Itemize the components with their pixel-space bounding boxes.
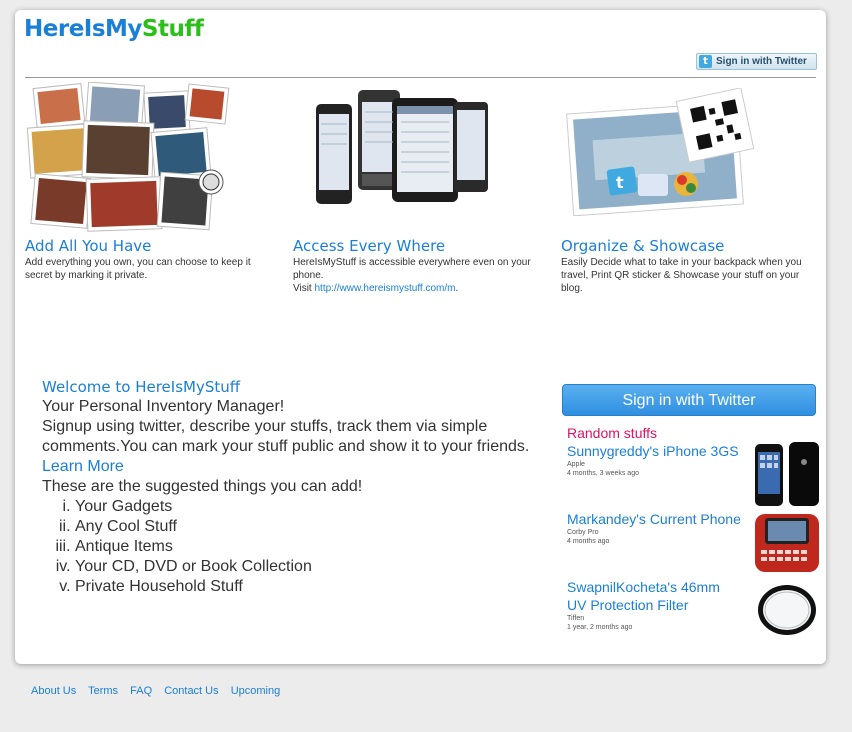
list-item: Private Household Stuff	[75, 577, 542, 597]
corby-phone-thumbnail[interactable]	[753, 510, 821, 576]
suggested-list: Your Gadgets Any Cool Stuff Antique Item…	[42, 497, 542, 597]
header-divider	[25, 77, 816, 78]
feature-title-add: Add All You Have	[25, 237, 152, 255]
stuff-title[interactable]: SwapnilKocheta's 46mm UV Protection Filt…	[567, 578, 742, 614]
feature-desc-organize: Easily Decide what to take in your backp…	[561, 257, 802, 294]
stuff-category: Corby Pro	[567, 529, 599, 536]
footer-link-terms[interactable]: Terms	[88, 685, 118, 697]
welcome-body: Your Personal Inventory Manager! Signup …	[42, 397, 542, 597]
site-logo[interactable]: HereIsMyStuff	[24, 16, 204, 42]
twitter-signin-button-small[interactable]: t Sign in with Twitter	[696, 53, 817, 70]
welcome-tagline: Your Personal Inventory Manager!	[42, 398, 285, 415]
iphone-thumbnail[interactable]	[753, 440, 821, 508]
stuff-item-corby[interactable]: Markandey's Current Phone Corby Pro 4 mo…	[567, 510, 742, 546]
footer-link-upcoming[interactable]: Upcoming	[231, 685, 281, 697]
footer-link-contact[interactable]: Contact Us	[164, 685, 218, 697]
suggested-intro: These are the suggested things you can a…	[42, 478, 363, 495]
list-item: Your CD, DVD or Book Collection	[75, 557, 542, 577]
stuff-age: 4 months, 3 weeks ago	[567, 470, 639, 477]
list-item: Your Gadgets	[75, 497, 542, 517]
showcase-image: t	[566, 88, 755, 216]
learn-more-link[interactable]: Learn More	[42, 458, 124, 475]
photo-collage-image	[27, 82, 230, 232]
stuff-category: Tiffen	[567, 615, 585, 622]
welcome-title: Welcome to HereIsMyStuff	[42, 378, 241, 396]
link-suffix: .	[455, 283, 459, 294]
random-stuffs-heading: Random stuffs	[567, 425, 658, 441]
feature-title-organize: Organize & Showcase	[561, 237, 725, 255]
stuff-category: Apple	[567, 461, 585, 468]
feature-desc-add: Add everything you own, you can choose t…	[25, 257, 251, 281]
stuff-age: 4 months ago	[567, 538, 610, 545]
footer-link-faq[interactable]: FAQ	[130, 685, 152, 697]
stuff-age: 1 year, 2 months ago	[567, 624, 633, 631]
uv-filter-thumbnail[interactable]	[755, 582, 819, 638]
feature-desc-access: HereIsMyStuff is accessible everywhere e…	[293, 256, 543, 295]
welcome-description-text: Signup using twitter, describe your stuf…	[42, 418, 530, 455]
main-card: HereIsMyStuff t Sign in with Twitter Add…	[15, 10, 826, 664]
feature-title-access: Access Every Where	[293, 237, 446, 255]
mobile-site-link[interactable]: http://www.hereismystuff.com/m	[315, 283, 456, 294]
twitter-icon: t	[699, 55, 712, 68]
footer-link-about[interactable]: About Us	[31, 685, 76, 697]
twitter-signin-label: Sign in with Twitter	[716, 56, 807, 67]
svg-text:t: t	[616, 173, 624, 192]
logo-part2: Stuff	[141, 16, 204, 42]
footer-links: About Us Terms FAQ Contact Us Upcoming	[31, 685, 289, 697]
welcome-description: Signup using twitter, describe your stuf…	[42, 417, 542, 477]
feature-visit-label: Visit	[293, 283, 312, 294]
stuff-item-uv-filter[interactable]: SwapnilKocheta's 46mm UV Protection Filt…	[567, 578, 742, 632]
stuff-item-iphone[interactable]: Sunnygreddy's iPhone 3GS Apple 4 months,…	[567, 442, 742, 478]
list-item: Any Cool Stuff	[75, 517, 542, 537]
feature-desc-access-text: HereIsMyStuff is accessible everywhere e…	[293, 257, 531, 281]
stuff-title[interactable]: Sunnygreddy's iPhone 3GS	[567, 442, 742, 460]
phones-image	[316, 90, 488, 204]
stuff-title[interactable]: Markandey's Current Phone	[567, 510, 742, 528]
logo-part1: HereIsMy	[24, 16, 142, 42]
list-item: Antique Items	[75, 537, 542, 557]
twitter-signin-button-large[interactable]: Sign in with Twitter	[562, 384, 816, 416]
